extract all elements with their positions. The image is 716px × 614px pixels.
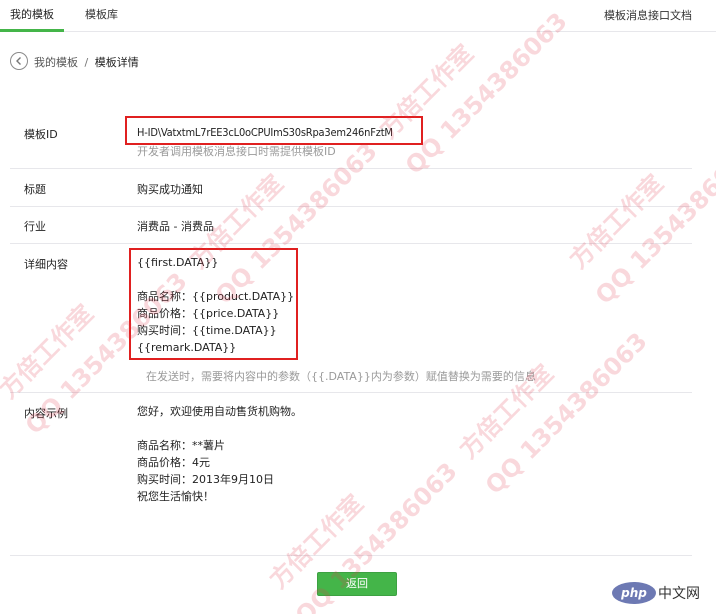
- template-id-hint: 开发者调用模板消息接口时需提供模板ID: [137, 145, 336, 158]
- example-line: 商品名称：**薯片: [137, 439, 225, 452]
- title-value: 购买成功通知: [137, 183, 203, 196]
- industry-label: 行业: [24, 220, 46, 233]
- content-label: 详细内容: [24, 258, 68, 271]
- breadcrumb: 我的模板 / 模板详情: [34, 54, 139, 70]
- example-line: 购买时间：2013年9月10日: [137, 473, 274, 486]
- example-label: 内容示例: [24, 407, 68, 420]
- back-button[interactable]: [10, 52, 28, 70]
- highlight-box-template-id: [125, 116, 423, 145]
- example-line: 您好，欢迎使用自动售货机购物。: [137, 405, 302, 418]
- top-tab-bar: 我的模板 模板库 模板消息接口文档: [0, 0, 716, 32]
- active-tab-indicator: [0, 29, 64, 32]
- example-line: 商品价格：4元: [137, 456, 210, 469]
- php-logo-text: 中文网: [658, 586, 700, 602]
- example-line: [137, 420, 302, 437]
- php-logo: php 中文网: [612, 580, 712, 606]
- row-title: 标题 购买成功通知: [10, 169, 692, 207]
- row-industry: 行业 消费品 - 消费品: [10, 207, 692, 244]
- return-button[interactable]: 返回: [317, 572, 397, 596]
- content-hint: 在发送时，需要将内容中的参数（{{.DATA}}内为参数）赋值替换为需要的信息: [146, 370, 536, 383]
- row-content-example: 内容示例 您好，欢迎使用自动售货机购物。 商品名称：**薯片 商品价格：4元 购…: [10, 393, 692, 556]
- chevron-left-icon: [16, 57, 21, 65]
- example-line: 祝您生活愉快！: [137, 490, 214, 503]
- highlight-box-content: [129, 248, 298, 360]
- breadcrumb-separator: /: [84, 56, 89, 69]
- breadcrumb-parent[interactable]: 我的模板: [34, 56, 78, 69]
- tab-my-templates[interactable]: 我的模板: [10, 0, 54, 32]
- template-id-label: 模板ID: [24, 128, 58, 141]
- tab-template-library[interactable]: 模板库: [85, 0, 118, 32]
- breadcrumb-current: 模板详情: [94, 56, 139, 69]
- industry-value: 消费品 - 消费品: [137, 220, 214, 233]
- title-label: 标题: [24, 183, 46, 196]
- api-doc-link[interactable]: 模板消息接口文档: [604, 0, 692, 32]
- row-detailed-content: 详细内容 {{first.DATA}} 商品名称：{{product.DATA}…: [10, 244, 692, 393]
- php-badge: php: [612, 582, 656, 604]
- example-lines: 您好，欢迎使用自动售货机购物。 商品名称：**薯片 商品价格：4元 购买时间：2…: [137, 403, 302, 505]
